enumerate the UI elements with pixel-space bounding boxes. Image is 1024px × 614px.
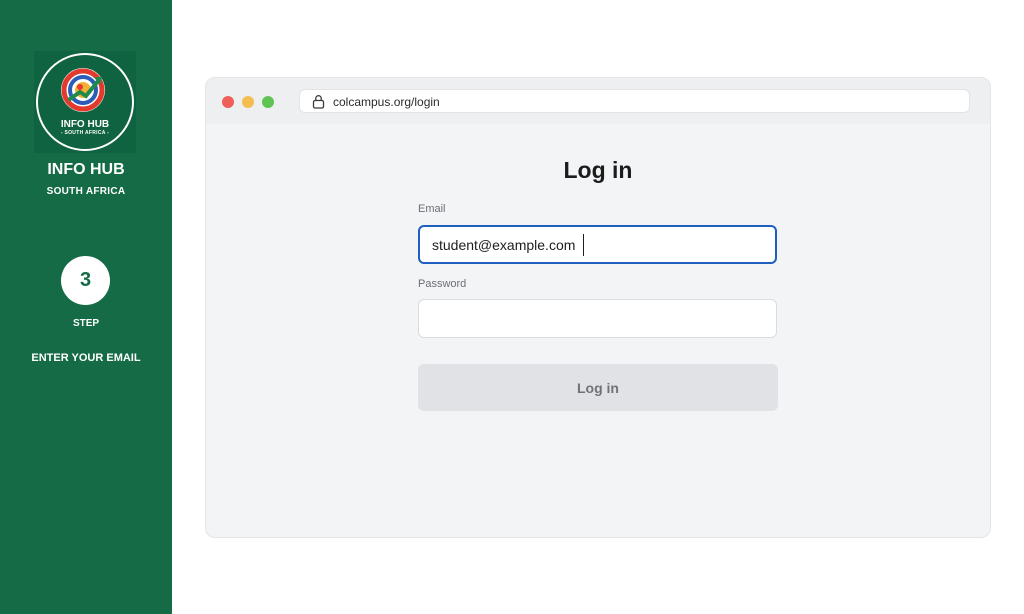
- logo-emblem-icon: [61, 68, 105, 112]
- browser-window: colcampus.org/login Log in Email Passwor…: [205, 77, 991, 538]
- password-field[interactable]: [418, 299, 777, 338]
- step-label: STEP: [72, 318, 100, 329]
- brand-subtitle: SOUTH AFRICA: [46, 186, 126, 197]
- close-window-button[interactable]: [222, 96, 234, 108]
- email-label: Email: [418, 203, 446, 215]
- url-text: colcampus.org/login: [333, 95, 440, 109]
- lock-icon: [312, 95, 325, 109]
- brand-title: INFO HUB: [47, 161, 125, 178]
- email-field[interactable]: [418, 225, 777, 264]
- browser-toolbar: colcampus.org/login: [206, 78, 990, 124]
- logo-title: INFO HUB: [60, 119, 110, 130]
- step-description: ENTER YOUR EMAIL: [31, 352, 141, 364]
- step-number-badge: 3: [61, 256, 110, 305]
- maximize-window-button[interactable]: [262, 96, 274, 108]
- password-label: Password: [418, 278, 467, 290]
- text-cursor: [583, 234, 584, 256]
- page-title: Log in: [563, 157, 633, 183]
- sidebar: INFO HUB - SOUTH AFRICA - INFO HUB SOUTH…: [0, 0, 172, 614]
- info-hub-logo: INFO HUB - SOUTH AFRICA -: [34, 51, 136, 153]
- login-button[interactable]: Log in: [418, 364, 778, 411]
- address-bar[interactable]: colcampus.org/login: [299, 89, 970, 113]
- minimize-window-button[interactable]: [242, 96, 254, 108]
- logo-subtitle: - SOUTH AFRICA -: [60, 130, 110, 136]
